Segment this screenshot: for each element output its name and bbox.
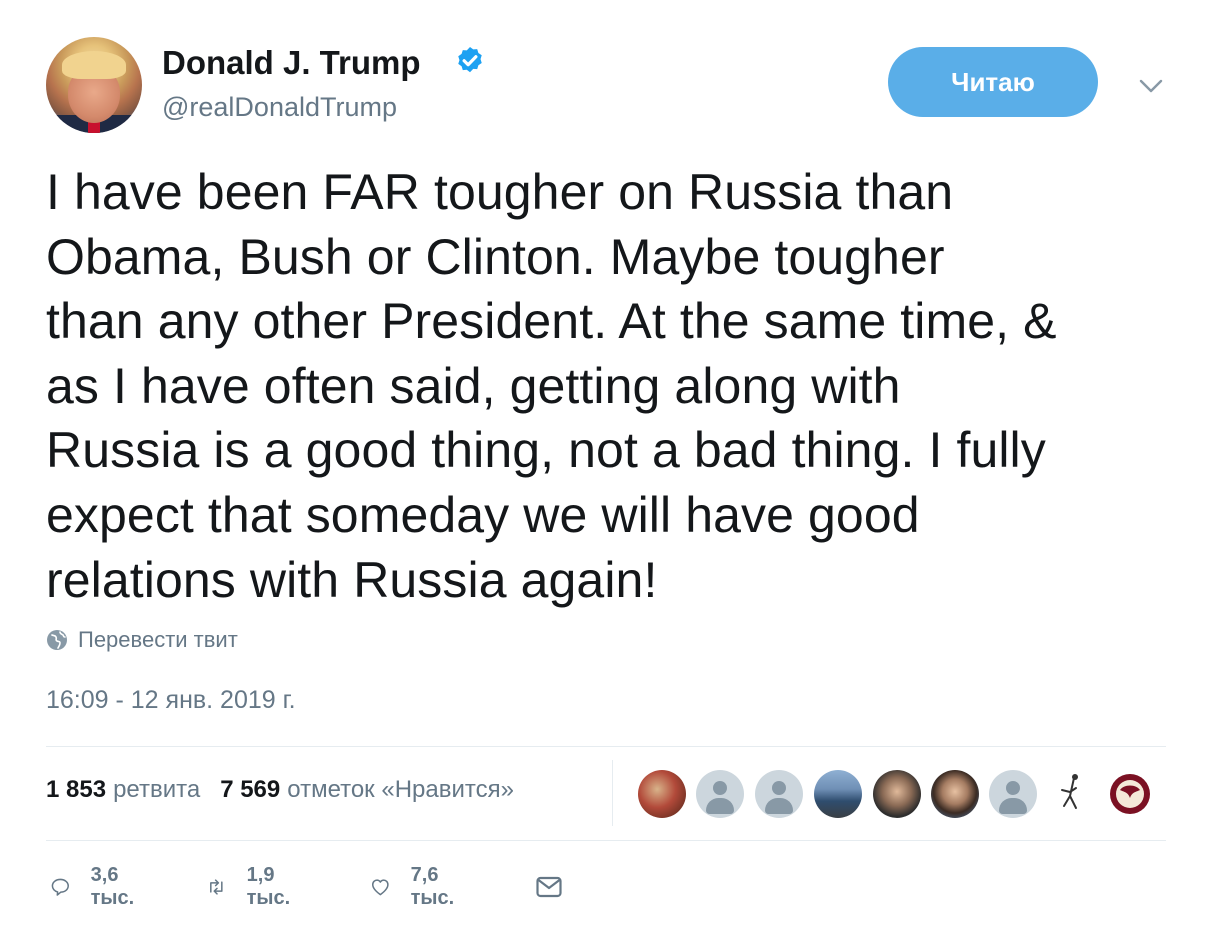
divider-top xyxy=(46,746,1166,747)
liker-avatar-logo[interactable] xyxy=(1106,770,1154,818)
likes-count: 7 569 xyxy=(220,776,281,803)
display-name[interactable]: Donald J. Trump xyxy=(162,44,421,82)
retweet-button[interactable]: 1,9 тыс. xyxy=(206,864,300,909)
direct-message-button[interactable] xyxy=(534,870,564,904)
liker-avatar-photo[interactable] xyxy=(814,770,862,818)
liker-avatar-photo[interactable] xyxy=(931,770,979,818)
tweet-timestamp[interactable]: 16:09 - 12 янв. 2019 г. xyxy=(46,686,296,715)
reply-button[interactable]: 3,6 тыс. xyxy=(50,864,144,909)
reply-icon xyxy=(51,878,69,896)
like-count: 7,6 тыс. xyxy=(410,864,455,909)
retweet-icon xyxy=(210,879,223,895)
direct-message-icon xyxy=(536,876,562,898)
liker-avatar-photo[interactable] xyxy=(873,770,921,818)
default-avatar-icon[interactable] xyxy=(696,770,744,818)
like-button[interactable]: 7,6 тыс. xyxy=(370,864,464,909)
avatar-hair xyxy=(62,51,126,79)
translate-tweet-link[interactable]: Перевести твит xyxy=(46,626,238,654)
translate-label: Перевести твит xyxy=(78,627,238,652)
retweets-count: 1 853 xyxy=(46,776,107,803)
retweet-count: 1,9 тыс. xyxy=(246,864,291,909)
retweets-label: ретвита xyxy=(113,776,201,803)
globe-icon xyxy=(47,630,67,650)
stats-separator xyxy=(612,760,613,826)
chevron-down-icon[interactable] xyxy=(1138,76,1164,96)
liker-avatar-drawing[interactable] xyxy=(1048,770,1096,818)
likes-stat[interactable]: 7 569 отметок «Нравится» xyxy=(220,776,514,804)
tweet-stats: 1 853 ретвита 7 569 отметок «Нравится» xyxy=(46,776,534,810)
reply-count: 3,6 тыс. xyxy=(90,864,135,909)
like-icon xyxy=(371,879,389,896)
verified-badge-icon xyxy=(458,47,482,73)
tweet-header: Donald J. Trump @realDonaldTrump Читаю xyxy=(0,0,1212,140)
divider-bottom xyxy=(46,840,1166,841)
retweets-stat[interactable]: 1 853 ретвита xyxy=(46,776,200,804)
tweet-text: I have been FAR tougher on Russia than O… xyxy=(46,164,1057,608)
default-avatar-icon[interactable] xyxy=(989,770,1037,818)
user-handle[interactable]: @realDonaldTrump xyxy=(162,92,397,123)
likes-label: отметок «Нравится» xyxy=(287,776,514,803)
default-avatar-icon[interactable] xyxy=(755,770,803,818)
liker-avatar-photo[interactable] xyxy=(638,770,686,818)
profile-avatar[interactable] xyxy=(46,37,142,133)
following-button[interactable]: Читаю xyxy=(888,47,1098,117)
